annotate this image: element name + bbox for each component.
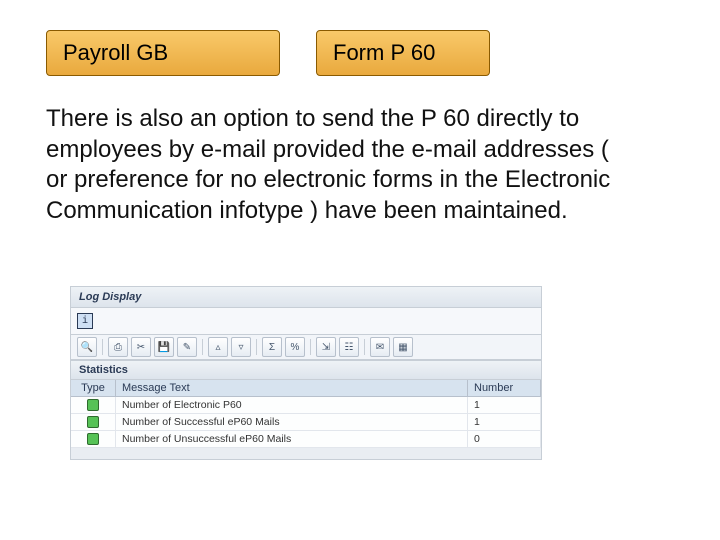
header-pill-left: Payroll GB xyxy=(46,30,280,76)
message-cell: Number of Electronic P60 xyxy=(116,397,468,414)
table-row: Number of Electronic P60 1 xyxy=(71,397,541,414)
col-header-message: Message Text xyxy=(116,380,468,397)
status-success-icon xyxy=(87,399,99,411)
sort-desc-icon[interactable]: ▿ xyxy=(231,337,251,357)
number-cell: 0 xyxy=(468,431,541,448)
filter-icon[interactable]: ✂ xyxy=(131,337,151,357)
table-row: Number of Unsuccessful eP60 Mails 0 xyxy=(71,431,541,448)
number-cell: 1 xyxy=(468,414,541,431)
col-header-type: Type xyxy=(71,380,116,397)
toolbar-divider xyxy=(202,339,203,355)
statistics-table: Type Message Text Number Number of Elect… xyxy=(71,380,541,448)
spreadsheet-icon[interactable]: ▦ xyxy=(393,337,413,357)
info-icon: i xyxy=(77,313,93,329)
header-pill-right: Form P 60 xyxy=(316,30,490,76)
percent-icon[interactable]: % xyxy=(285,337,305,357)
toolbar-divider xyxy=(102,339,103,355)
message-cell: Number of Unsuccessful eP60 Mails xyxy=(116,431,468,448)
status-success-icon xyxy=(87,433,99,445)
number-cell: 1 xyxy=(468,397,541,414)
panel-message-bar: i xyxy=(71,308,541,335)
status-cell xyxy=(71,397,116,414)
panel-title: Log Display xyxy=(71,287,541,308)
status-cell xyxy=(71,431,116,448)
table-body: Number of Electronic P60 1 Number of Suc… xyxy=(71,397,541,448)
panel-toolbar: 🔍 ⎙ ✂ 💾 ✎ ▵ ▿ Σ % ⇲ ☷ ✉ ▦ xyxy=(71,335,541,360)
col-header-number: Number xyxy=(468,380,541,397)
export-icon[interactable]: ⇲ xyxy=(316,337,336,357)
layout-icon[interactable]: ☷ xyxy=(339,337,359,357)
table-row: Number of Successful eP60 Mails 1 xyxy=(71,414,541,431)
toolbar-divider xyxy=(256,339,257,355)
edit-icon[interactable]: ✎ xyxy=(177,337,197,357)
slide-body-text: There is also an option to send the P 60… xyxy=(46,104,630,227)
status-success-icon xyxy=(87,416,99,428)
toolbar-divider xyxy=(364,339,365,355)
status-cell xyxy=(71,414,116,431)
message-cell: Number of Successful eP60 Mails xyxy=(116,414,468,431)
table-header-row: Type Message Text Number xyxy=(71,380,541,397)
mail-icon[interactable]: ✉ xyxy=(370,337,390,357)
sum-icon[interactable]: Σ xyxy=(262,337,282,357)
toolbar-divider xyxy=(310,339,311,355)
statistics-section-title: Statistics xyxy=(71,360,541,380)
sap-log-display-panel: Log Display i 🔍 ⎙ ✂ 💾 ✎ ▵ ▿ Σ % ⇲ ☷ ✉ ▦ … xyxy=(70,286,542,460)
sort-asc-icon[interactable]: ▵ xyxy=(208,337,228,357)
search-icon[interactable]: 🔍 xyxy=(77,337,97,357)
save-icon[interactable]: 💾 xyxy=(154,337,174,357)
print-icon[interactable]: ⎙ xyxy=(108,337,128,357)
